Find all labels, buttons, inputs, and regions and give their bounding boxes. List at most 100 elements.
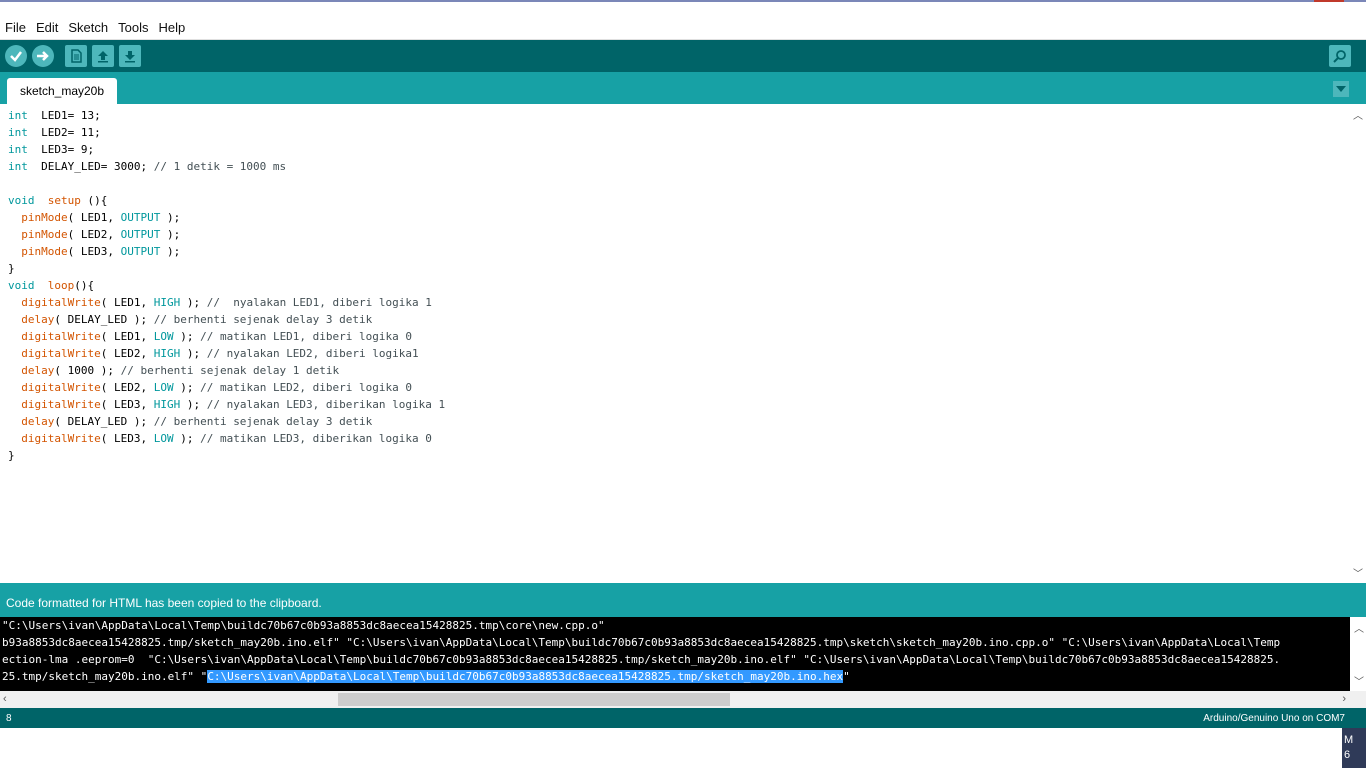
code-token: LED1= 13;	[27, 109, 101, 122]
code-line: }	[8, 260, 445, 277]
console-line: ection-lma .eeprom=0 "C:\Users\ivan\AppD…	[2, 653, 1281, 666]
code-editor[interactable]: int LED1= 13; int LED2= 11; int LED3= 9; in…	[0, 104, 1350, 583]
code-token: ( LED3,	[100, 398, 154, 411]
code-token: LOW	[153, 330, 174, 343]
code-line: void setup (){	[8, 192, 445, 209]
verify-icon	[10, 51, 22, 62]
code-token: void	[8, 279, 35, 292]
code-token: ( LED1,	[67, 211, 121, 224]
status-message: Code formatted for HTML has been copied …	[6, 596, 322, 610]
code-token: LOW	[153, 432, 174, 445]
code-token: LOW	[153, 381, 174, 394]
code-line: }	[8, 447, 445, 464]
scroll-down-icon[interactable]: ﹀	[1353, 565, 1363, 580]
code-token: // berhenti sejenak delay 3 detik	[153, 313, 373, 326]
code-token: int	[8, 109, 28, 122]
verify-button[interactable]	[5, 45, 27, 67]
taskbar-fragment: M 6	[1342, 728, 1366, 768]
serial-monitor-button[interactable]	[1329, 45, 1351, 67]
status-bar: Code formatted for HTML has been copied …	[0, 583, 1366, 617]
console-horizontal-scrollbar[interactable]: ‹ ›	[0, 691, 1350, 708]
code-token: OUTPUT	[120, 211, 161, 224]
upload-button[interactable]	[32, 45, 54, 67]
code-token: LED3= 9;	[27, 143, 95, 156]
code-line: digitalWrite( LED1, LOW ); // matikan LE…	[8, 328, 445, 345]
save-down-arrow-icon	[125, 51, 135, 63]
code-token: // matikan LED2, diberi logika 0	[200, 381, 413, 394]
scroll-left-icon[interactable]: ‹	[3, 693, 7, 705]
code-line: int LED3= 9;	[8, 141, 445, 158]
code-token: HIGH	[153, 398, 181, 411]
console-line-prefix: 25.tmp/sketch_may20b.ino.elf" "	[2, 670, 208, 683]
code-line: int LED1= 13;	[8, 107, 445, 124]
code-line: digitalWrite( LED3, HIGH ); // nyalakan …	[8, 396, 445, 413]
code-token: pinMode	[21, 211, 68, 224]
code-token: ( LED2,	[100, 381, 154, 394]
console-line: "C:\Users\ivan\AppData\Local\Temp\buildc…	[2, 619, 605, 632]
code-token: OUTPUT	[120, 228, 161, 241]
scroll-right-icon[interactable]: ›	[1342, 693, 1346, 705]
console-scroll-up-icon[interactable]: ︿	[1354, 620, 1364, 635]
console-output[interactable]: "C:\Users\ivan\AppData\Local\Temp\buildc…	[0, 617, 1350, 691]
console-selected-text[interactable]: C:\Users\ivan\AppData\Local\Temp\buildc7…	[207, 670, 844, 683]
code-token: delay	[21, 415, 55, 428]
code-token: digitalWrite	[21, 432, 101, 445]
code-token: // nyalakan LED2, diberi logika1	[206, 347, 419, 360]
code-token: );	[160, 245, 181, 258]
code-token: ( LED2,	[67, 228, 121, 241]
code-token: ( 1000 );	[54, 364, 121, 377]
code-line: delay( DELAY_LED ); // berhenti sejenak …	[8, 413, 445, 430]
code-line: int DELAY_LED= 3000; // 1 detik = 1000 m…	[8, 158, 445, 175]
code-line: pinMode( LED3, OUTPUT );	[8, 243, 445, 260]
code-token: (){	[80, 194, 108, 207]
code-token: DELAY_LED= 3000;	[27, 160, 154, 173]
new-sketch-button[interactable]	[65, 45, 87, 67]
code-token: );	[173, 381, 201, 394]
menu-file[interactable]: File	[0, 18, 31, 35]
code-token: // berhenti sejenak delay 3 detik	[153, 415, 373, 428]
code-token: ( LED2,	[100, 347, 154, 360]
code-line: digitalWrite( LED2, HIGH ); // nyalakan …	[8, 345, 445, 362]
code-token: int	[8, 143, 28, 156]
console-line: b93a8853dc8aecea15428825.tmp/sketch_may2…	[2, 636, 1281, 649]
code-token: // berhenti sejenak delay 1 detik	[120, 364, 340, 377]
code-token: digitalWrite	[21, 330, 101, 343]
code-line: int LED2= 11;	[8, 124, 445, 141]
menu-edit[interactable]: Edit	[31, 18, 63, 35]
menu-sketch[interactable]: Sketch	[63, 18, 113, 35]
console-scroll-down-icon[interactable]: ﹀	[1354, 673, 1364, 688]
menu-help[interactable]: Help	[153, 18, 190, 35]
code-content: int LED1= 13; int LED2= 11; int LED3= 9; in…	[8, 107, 445, 464]
scrollbar-corner	[1350, 691, 1366, 708]
code-token: );	[160, 211, 181, 224]
code-token: ( LED1,	[100, 330, 154, 343]
code-token: delay	[21, 313, 55, 326]
open-button[interactable]	[92, 45, 114, 67]
code-token: );	[180, 398, 207, 411]
code-token: ( LED1,	[100, 296, 154, 309]
code-token: // matikan LED1, diberi logika 0	[200, 330, 413, 343]
save-button[interactable]	[119, 45, 141, 67]
magnifier-icon	[1333, 50, 1346, 63]
taskbar-text: M	[1344, 734, 1354, 746]
code-token: ( DELAY_LED );	[54, 415, 154, 428]
tab-menu-button[interactable]	[1333, 81, 1349, 97]
console-vertical-scrollbar[interactable]: ︿ ﹀	[1350, 617, 1366, 691]
tab-sketch[interactable]: sketch_may20b	[7, 78, 117, 104]
horizontal-scroll-thumb[interactable]	[338, 693, 730, 706]
scroll-up-icon[interactable]: ︿	[1353, 107, 1363, 122]
menu-tools[interactable]: Tools	[113, 18, 153, 35]
code-token: digitalWrite	[21, 381, 101, 394]
editor-vertical-scrollbar[interactable]: ︿ ﹀	[1350, 104, 1366, 583]
code-token: delay	[21, 364, 55, 377]
